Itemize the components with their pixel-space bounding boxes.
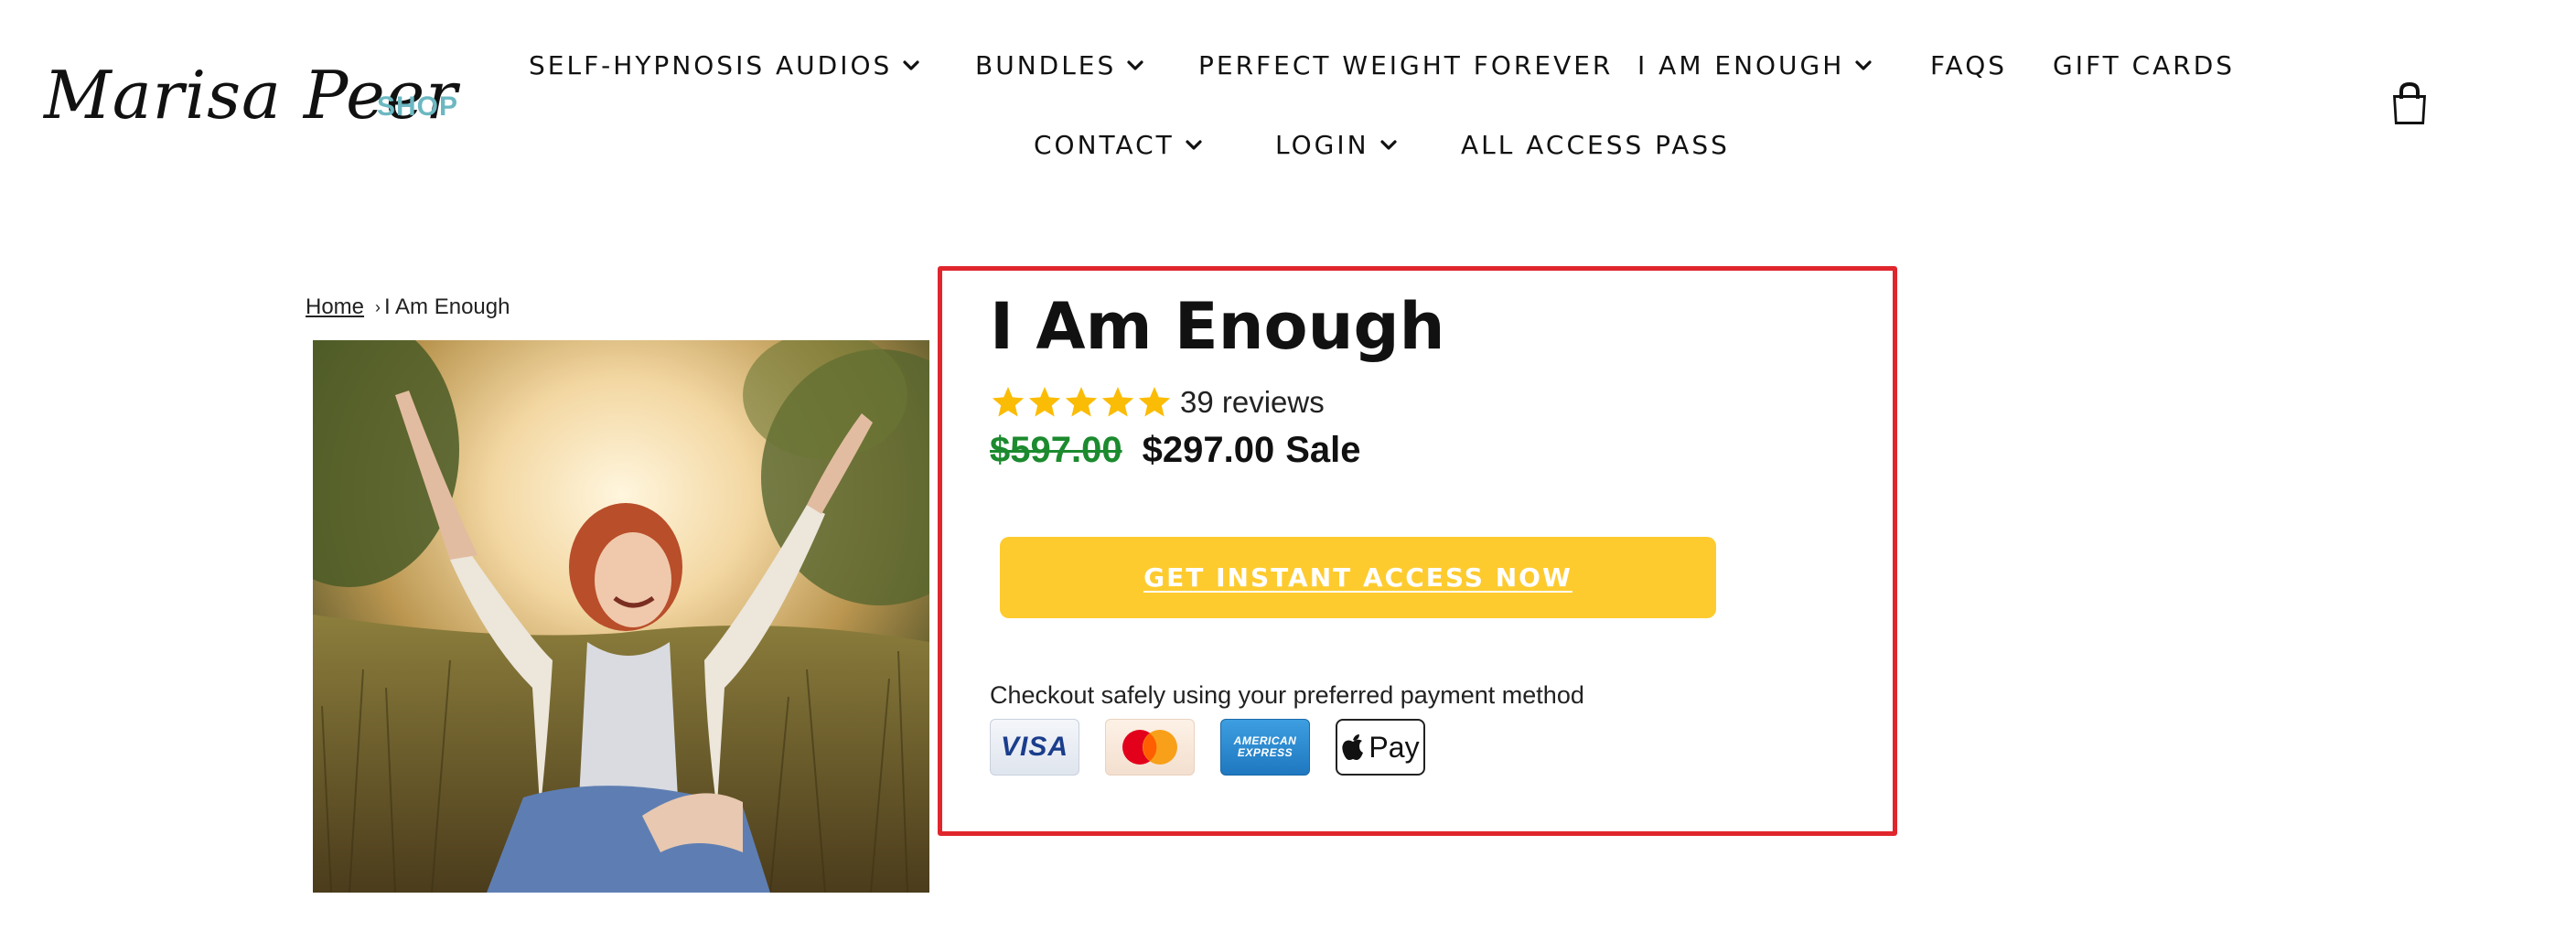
page: Marisa Peer SHOP SELF-HYPNOSIS AUDIOS BU… [0,0,2576,931]
star-icon [992,387,1025,417]
product-title: I Am Enough [990,289,1445,364]
star-icon [1028,387,1061,417]
sale-label: Sale [1285,430,1361,470]
logo-shop-text: SHOP [377,91,459,122]
price-row: $597.00 $297.00 Sale [990,430,1360,471]
nav-contact[interactable]: CONTACT [1034,130,1204,160]
nav-bundles[interactable]: BUNDLES [975,50,1145,80]
nav-faqs[interactable]: FAQS [1930,50,2007,80]
star-icon [1138,387,1171,417]
nav-label: GIFT CARDS [2053,50,2236,80]
visa-icon: VISA [990,719,1079,776]
nav-label: BUNDLES [975,50,1117,80]
nav-login[interactable]: LOGIN [1275,130,1399,160]
nav-i-am-enough[interactable]: I AM ENOUGH [1637,50,1873,80]
nav-label: LOGIN [1275,130,1369,160]
product-rating: 39 reviews [990,384,1325,421]
apple-pay-label: Pay [1368,730,1420,764]
shopping-bag-icon[interactable] [2388,80,2431,128]
star-icon [1065,387,1098,417]
nav-label: CONTACT [1034,130,1175,160]
nav-label: SELF-HYPNOSIS AUDIOS [529,50,893,80]
breadcrumb: Home › I Am Enough [306,294,510,320]
site-logo[interactable]: Marisa Peer SHOP [44,57,465,148]
get-instant-access-button[interactable]: GET INSTANT ACCESS NOW [1000,537,1716,618]
nav-label: PERFECT WEIGHT FOREVER [1198,50,1614,80]
chevron-down-icon [1125,56,1145,76]
nav-all-access-pass[interactable]: ALL ACCESS PASS [1461,130,1730,160]
chevron-down-icon [1379,135,1399,155]
nav-self-hypnosis-audios[interactable]: SELF-HYPNOSIS AUDIOS [529,50,921,80]
apple-pay-icon: Pay [1336,719,1425,776]
checkout-note: Checkout safely using your preferred pay… [990,681,1584,709]
sale-price: $297.00 [1142,430,1275,470]
chevron-right-icon: › [375,297,381,316]
original-price: $597.00 [990,430,1122,470]
apple-logo-icon [1342,734,1364,760]
cta-label: GET INSTANT ACCESS NOW [1143,562,1572,593]
chevron-down-icon [901,56,921,76]
rating-stars[interactable] [990,384,1173,421]
star-icon [1101,387,1134,417]
nav-label: FAQS [1930,50,2008,80]
amex-icon: AMERICAN EXPRESS [1220,719,1310,776]
payment-methods: VISA AMERICAN EXPRESS Pay [990,719,1451,776]
breadcrumb-current: I Am Enough [384,294,510,319]
nav-label: ALL ACCESS PASS [1461,130,1730,160]
mastercard-icon [1105,719,1195,776]
breadcrumb-home-link[interactable]: Home [306,294,364,320]
amex-label: AMERICAN EXPRESS [1233,734,1297,759]
reviews-count-link[interactable]: 39 reviews [1180,385,1325,420]
nav-perfect-weight-forever[interactable]: PERFECT WEIGHT FOREVER [1198,50,1613,80]
product-image [313,340,929,893]
visa-label: VISA [1000,732,1069,762]
nav-gift-cards[interactable]: GIFT CARDS [2053,50,2235,80]
chevron-down-icon [1184,135,1204,155]
chevron-down-icon [1853,56,1873,76]
nav-label: I AM ENOUGH [1637,50,1845,80]
